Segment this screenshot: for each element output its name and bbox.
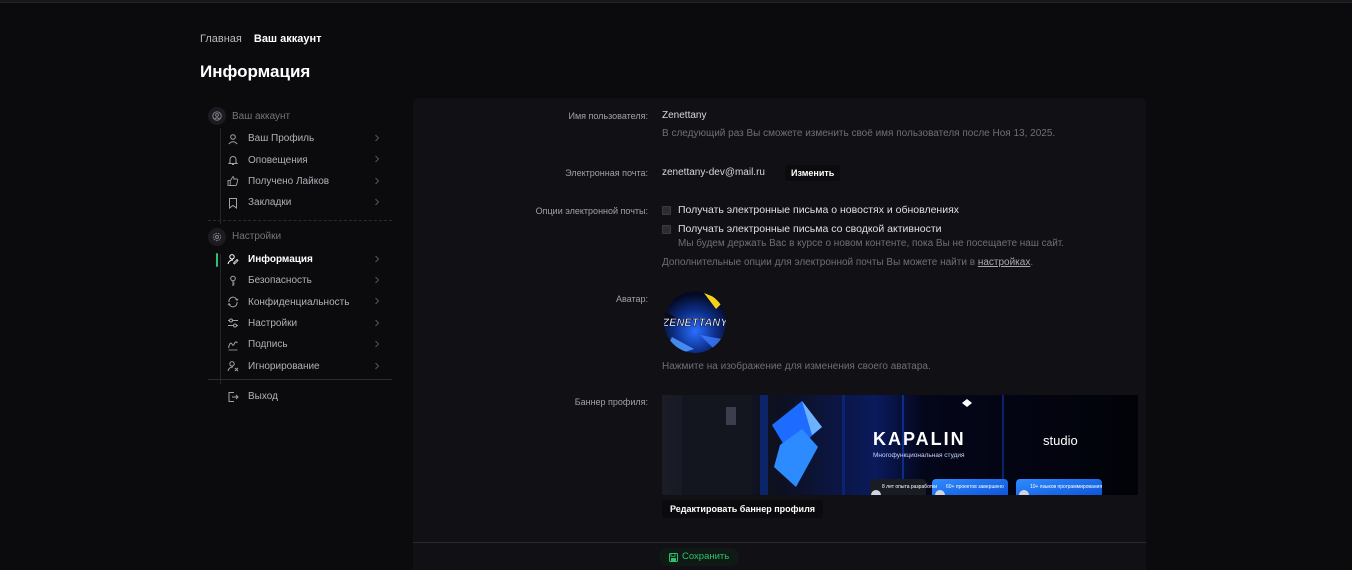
sidebar-item-label: Игнорирование	[248, 360, 320, 372]
banner-badge-3: 10+ языков программирования	[1030, 484, 1102, 490]
sidebar-group-account-label: Ваш аккаунт	[232, 110, 291, 122]
save-button[interactable]: Сохранить	[659, 548, 740, 566]
settings-link[interactable]: настройках	[978, 257, 1031, 268]
user-icon	[226, 132, 240, 146]
user-edit-icon	[226, 252, 240, 266]
chevron-right-icon	[375, 177, 380, 185]
sidebar-item-label: Закладки	[248, 197, 292, 209]
sidebar-item-security[interactable]: Безопасность	[208, 270, 392, 291]
sidebar-divider	[208, 219, 392, 221]
sidebar-item-ignoring[interactable]: Игнорирование	[208, 356, 392, 377]
sidebar-item-label: Выход	[248, 391, 278, 403]
avatar-label: Аватар:	[615, 294, 648, 304]
sidebar-item-label: Ваш Профиль	[248, 133, 315, 145]
avatar-hint: Нажмите на изображение для изменения сво…	[662, 361, 931, 372]
banner-badge-2: 60+ проектов завершено	[946, 484, 1004, 490]
chevron-right-icon	[375, 340, 380, 348]
banner-subtitle: Многофункциональная студия	[873, 452, 965, 459]
chevron-right-icon	[375, 134, 380, 142]
sidebar-item-preferences[interactable]: Настройки	[208, 313, 392, 334]
chevron-right-icon	[375, 156, 380, 163]
sidebar-item-label: Оповещения	[248, 154, 308, 166]
user-ignore-icon	[226, 359, 240, 373]
chevron-right-icon	[375, 276, 380, 284]
email-label: Электронная почта:	[565, 168, 648, 178]
sidebar-item-alerts[interactable]: Оповещения	[208, 149, 392, 170]
breadcrumb: Главная Ваш аккаунт	[200, 33, 322, 45]
sidebar-group-account: Ваш аккаунт	[208, 104, 392, 128]
email-options-more-text: Дополнительные опции для электронной поч…	[662, 257, 978, 268]
bell-icon	[226, 153, 240, 167]
sidebar-item-information[interactable]: Информация	[208, 249, 392, 270]
sidebar-item-label: Информация	[248, 253, 313, 265]
top-border	[0, 0, 1352, 3]
banner-badge-1: 8 лет опыта разработки	[882, 484, 937, 490]
news-option-label: Получать электронные письма о новостях и…	[678, 204, 960, 216]
banner-studio: studio	[1043, 433, 1078, 448]
edit-banner-button[interactable]: Редактировать баннер профиля	[662, 500, 824, 518]
bookmark-icon	[226, 196, 240, 210]
sidebar-item-signature[interactable]: Подпись	[208, 334, 392, 355]
gear-icon	[208, 227, 226, 246]
activity-checkbox[interactable]	[662, 224, 671, 234]
sidebar-item-label: Получено Лайков	[248, 175, 330, 187]
page-title: Информация	[200, 62, 311, 81]
sidebar-item-label: Подпись	[248, 339, 288, 351]
sidebar-group-settings-label: Настройки	[232, 231, 282, 243]
account-details-panel: Имя пользователя: Zenettany В следующий …	[413, 98, 1146, 570]
change-email-button[interactable]: Изменить	[785, 165, 841, 181]
thumbs-up-icon	[226, 174, 240, 188]
activity-option[interactable]: Получать электронные письма со сводкой а…	[662, 223, 942, 235]
sidebar-item-logout[interactable]: Выход	[208, 386, 392, 407]
email-value: zenettany-dev@mail.ru	[662, 167, 765, 178]
banner-brand: KAPALIN	[873, 429, 966, 449]
email-options-more-suffix: .	[1030, 257, 1034, 268]
sliders-icon	[226, 316, 240, 330]
profile-banner[interactable]: KAPALIN studio Многофункциональная студи…	[662, 395, 1138, 495]
privacy-icon	[226, 295, 240, 309]
sidebar-divider	[208, 378, 392, 380]
logout-icon	[226, 390, 240, 404]
username-label: Имя пользователя:	[568, 111, 648, 121]
account-sidebar: Ваш аккаунт Ваш Профиль Оповещения Получ…	[208, 104, 392, 407]
save-label: Сохранить	[682, 551, 730, 562]
sidebar-item-privacy[interactable]: Конфиденциальность	[208, 291, 392, 312]
sidebar-item-likes[interactable]: Получено Лайков	[208, 171, 392, 192]
key-icon	[226, 274, 240, 288]
activity-option-label: Получать электронные письма со сводкой а…	[678, 223, 942, 235]
news-option[interactable]: Получать электронные письма о новостях и…	[662, 204, 959, 216]
sidebar-item-label: Настройки	[248, 317, 298, 329]
email-options-more: Дополнительные опции для электронной поч…	[662, 257, 1033, 268]
breadcrumb-home[interactable]: Главная	[200, 33, 242, 45]
chevron-right-icon	[375, 198, 380, 206]
breadcrumb-current[interactable]: Ваш аккаунт	[254, 33, 322, 45]
sidebar-item-label: Безопасность	[248, 275, 312, 287]
activity-option-hint: Мы будем держать Вас в курсе о новом кон…	[678, 238, 1065, 249]
sidebar-item-label: Конфиденциальность	[248, 296, 350, 308]
save-icon	[669, 552, 678, 562]
username-hint: В следующий раз Вы сможете изменить своё…	[662, 128, 1056, 139]
sidebar-item-bookmarks[interactable]: Закладки	[208, 192, 392, 213]
account-circle-icon	[208, 107, 226, 125]
username-value: Zenettany	[662, 110, 707, 121]
chevron-right-icon	[375, 362, 380, 369]
chevron-right-icon	[375, 297, 380, 305]
news-checkbox[interactable]	[662, 205, 671, 215]
avatar[interactable]: ZENETTANY	[664, 291, 726, 353]
sidebar-item-profile[interactable]: Ваш Профиль	[208, 128, 392, 149]
chevron-right-icon	[375, 319, 380, 327]
banner-label: Баннер профиля:	[574, 397, 648, 407]
email-options-label: Опции электронной почты:	[535, 206, 648, 216]
signature-icon	[226, 338, 240, 352]
avatar-text: ZENETTANY	[664, 317, 726, 329]
sidebar-group-settings: Настройки	[208, 225, 392, 249]
chevron-right-icon	[375, 255, 380, 262]
form-footer-divider	[413, 542, 1146, 543]
